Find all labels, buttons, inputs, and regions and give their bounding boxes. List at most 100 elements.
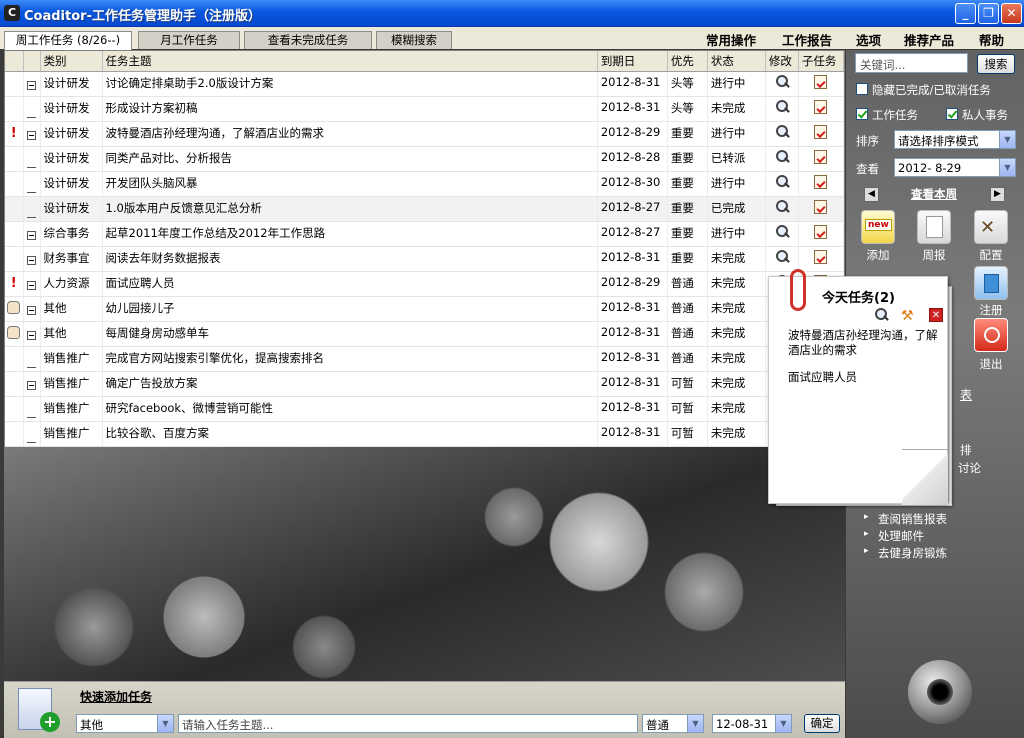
tab-week-tasks[interactable]: 周工作任务 (8/26--) bbox=[4, 31, 132, 50]
table-row[interactable]: 设计研发 形成设计方案初稿 2012-8-31 头等 未完成 bbox=[5, 96, 845, 122]
edit-cell[interactable] bbox=[765, 171, 799, 197]
edit-cell[interactable] bbox=[765, 146, 799, 172]
prev-week-arrow-icon[interactable]: ◀ bbox=[864, 187, 879, 202]
edit-cell[interactable] bbox=[765, 246, 799, 272]
hide-done-checkbox[interactable] bbox=[856, 83, 868, 95]
close-icon[interactable]: ✕ bbox=[929, 308, 943, 322]
search-icon[interactable] bbox=[775, 149, 789, 164]
cell-subject[interactable]: 比较谷歌、百度方案 bbox=[102, 421, 598, 447]
col-subtasks[interactable]: 子任务 bbox=[798, 51, 845, 72]
cell-subject[interactable]: 研究facebook、微博营销可能性 bbox=[102, 396, 598, 422]
close-button[interactable]: ✕ bbox=[1001, 3, 1022, 24]
today-task-item[interactable]: 面试应聘人员 bbox=[788, 370, 946, 385]
cell-subject[interactable]: 同类产品对比、分析报告 bbox=[102, 146, 598, 172]
collapse-icon[interactable] bbox=[27, 230, 36, 240]
cell-subject[interactable]: 幼儿园接儿子 bbox=[102, 296, 598, 322]
subtask-icon[interactable] bbox=[814, 149, 828, 164]
table-row[interactable]: 销售推广 确定广告投放方案 2012-8-31 可暂 未完成 bbox=[5, 371, 845, 397]
table-row[interactable]: 销售推广 完成官方网站搜索引擎优化，提高搜索排名 2012-8-31 普通 未完成 bbox=[5, 346, 845, 372]
col-edit[interactable]: 修改 bbox=[765, 51, 799, 72]
table-row[interactable]: 财务事宜 阅读去年财务数据报表 2012-8-31 重要 未完成 bbox=[5, 246, 845, 272]
subtask-cell[interactable] bbox=[798, 71, 845, 97]
wrench-icon[interactable]: ⚒ bbox=[901, 308, 915, 324]
priority-select[interactable]: 普通 ▼ bbox=[642, 714, 704, 733]
menu-work-report[interactable]: 工作报告 bbox=[782, 30, 832, 49]
partial-link[interactable]: 表 bbox=[960, 386, 972, 403]
subtask-cell[interactable] bbox=[798, 121, 845, 147]
search-icon[interactable] bbox=[775, 199, 789, 214]
collapse-icon[interactable] bbox=[27, 330, 36, 340]
cell-subject[interactable]: 面试应聘人员 bbox=[102, 271, 598, 297]
search-icon[interactable] bbox=[775, 249, 789, 264]
subtask-icon[interactable] bbox=[814, 224, 828, 239]
search-icon[interactable] bbox=[775, 224, 789, 239]
search-button[interactable]: 搜索 bbox=[977, 54, 1015, 74]
cell-subject[interactable]: 阅读去年财务数据报表 bbox=[102, 246, 598, 272]
search-icon[interactable] bbox=[775, 174, 789, 189]
minimize-button[interactable]: _ bbox=[955, 3, 976, 24]
sort-mode-select[interactable]: 请选择排序模式 ▼ bbox=[894, 130, 1016, 149]
list-item[interactable]: 去健身房锻炼 bbox=[864, 545, 947, 561]
task-subject-input[interactable]: 请输入任务主题... bbox=[178, 714, 638, 733]
confirm-button[interactable]: 确定 bbox=[804, 714, 840, 733]
edit-cell[interactable] bbox=[765, 96, 799, 122]
tab-fuzzy-search[interactable]: 模糊搜索 bbox=[376, 31, 452, 49]
col-status[interactable]: 状态 bbox=[707, 51, 766, 72]
subtask-cell[interactable] bbox=[798, 246, 845, 272]
collapse-icon[interactable] bbox=[27, 380, 36, 390]
search-icon[interactable] bbox=[874, 308, 888, 322]
add-plus-icon[interactable]: + bbox=[40, 712, 60, 732]
due-date-picker[interactable]: 12-08-31 ▼ bbox=[712, 714, 792, 733]
collapse-icon[interactable] bbox=[27, 305, 36, 315]
subtask-icon[interactable] bbox=[814, 74, 828, 89]
settings-button[interactable]: ✕ bbox=[974, 210, 1008, 244]
collapse-icon[interactable] bbox=[27, 130, 36, 140]
list-item[interactable]: 查阅销售报表 bbox=[864, 511, 947, 527]
edit-cell[interactable] bbox=[765, 196, 799, 222]
subtask-icon[interactable] bbox=[814, 99, 828, 114]
list-item[interactable]: 处理邮件 bbox=[864, 528, 924, 544]
menu-recommended[interactable]: 推荐产品 bbox=[904, 30, 954, 49]
col-category[interactable]: 类别 bbox=[40, 51, 103, 72]
edit-cell[interactable] bbox=[765, 221, 799, 247]
keyword-search-input[interactable]: 关键词... bbox=[855, 53, 968, 73]
table-row[interactable]: ! 设计研发 波特曼酒店孙经理沟通，了解酒店业的需求 2012-8-29 重要 进行中 bbox=[5, 121, 845, 147]
cell-subject[interactable]: 讨论确定排桌助手2.0版设计方案 bbox=[102, 71, 598, 97]
table-row[interactable]: 设计研发 讨论确定排桌助手2.0版设计方案 2012-8-31 头等 进行中 bbox=[5, 71, 845, 97]
search-icon[interactable] bbox=[775, 124, 789, 139]
cell-subject[interactable]: 完成官方网站搜索引擎优化，提高搜索排名 bbox=[102, 346, 598, 372]
tab-unfinished-tasks[interactable]: 查看未完成任务 bbox=[244, 31, 372, 49]
subtask-icon[interactable] bbox=[814, 124, 828, 139]
subtask-cell[interactable] bbox=[798, 221, 845, 247]
col-priority[interactable]: 优先 bbox=[667, 51, 708, 72]
subtask-cell[interactable] bbox=[798, 171, 845, 197]
table-row[interactable]: 综合事务 起草2011年度工作总结及2012年工作思路 2012-8-27 重要 进行中 bbox=[5, 221, 845, 247]
table-row[interactable]: 设计研发 1.0版本用户反馈意见汇总分析 2012-8-27 重要 已完成 bbox=[5, 196, 845, 222]
cell-subject[interactable]: 确定广告投放方案 bbox=[102, 371, 598, 397]
menu-options[interactable]: 选项 bbox=[856, 30, 881, 49]
register-button[interactable] bbox=[974, 266, 1008, 300]
search-icon[interactable] bbox=[775, 74, 789, 89]
view-this-week-link[interactable]: 查看本周 bbox=[911, 186, 957, 202]
cell-subject[interactable]: 波特曼酒店孙经理沟通，了解酒店业的需求 bbox=[102, 121, 598, 147]
subtask-icon[interactable] bbox=[814, 199, 828, 214]
today-task-item[interactable]: 波特曼酒店孙经理沟通，了解酒店业的需求 bbox=[788, 328, 946, 358]
table-row[interactable]: 其他 幼儿园接儿子 2012-8-31 普通 未完成 bbox=[5, 296, 845, 322]
subtask-icon[interactable] bbox=[814, 249, 828, 264]
work-tasks-checkbox[interactable] bbox=[856, 108, 868, 120]
table-row[interactable]: 设计研发 同类产品对比、分析报告 2012-8-28 重要 已转派 bbox=[5, 146, 845, 172]
table-row[interactable]: 销售推广 比较谷歌、百度方案 2012-8-31 可暂 未完成 bbox=[5, 421, 845, 447]
menu-help[interactable]: 帮助 bbox=[979, 30, 1004, 49]
quick-add-title[interactable]: 快速添加任务 bbox=[80, 688, 152, 705]
subtask-cell[interactable] bbox=[798, 96, 845, 122]
cell-subject[interactable]: 形成设计方案初稿 bbox=[102, 96, 598, 122]
private-tasks-checkbox[interactable] bbox=[946, 108, 958, 120]
cell-subject[interactable]: 1.0版本用户反馈意见汇总分析 bbox=[102, 196, 598, 222]
edit-cell[interactable] bbox=[765, 71, 799, 97]
cell-subject[interactable]: 起草2011年度工作总结及2012年工作思路 bbox=[102, 221, 598, 247]
view-date-picker[interactable]: 2012- 8-29 ▼ bbox=[894, 158, 1016, 177]
tab-month-tasks[interactable]: 月工作任务 bbox=[138, 31, 240, 49]
cell-subject[interactable]: 开发团队头脑风暴 bbox=[102, 171, 598, 197]
subtask-icon[interactable] bbox=[814, 174, 828, 189]
subtask-cell[interactable] bbox=[798, 146, 845, 172]
